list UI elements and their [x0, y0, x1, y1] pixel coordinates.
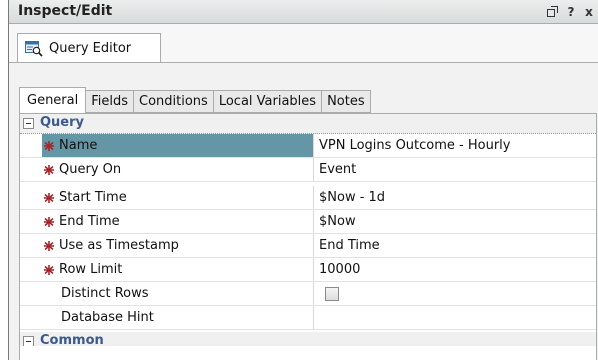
- tab-query-editor-label: Query Editor: [49, 41, 132, 56]
- required-icon: [42, 192, 56, 204]
- window-title: Inspect/Edit: [18, 3, 113, 19]
- tab-query-editor[interactable]: Query Editor: [17, 33, 161, 63]
- distinct-rows-checkbox[interactable]: [325, 286, 339, 301]
- required-icon: [42, 164, 56, 176]
- tab-general[interactable]: General: [19, 87, 87, 114]
- property-value-row-limit[interactable]: 10000: [315, 258, 595, 281]
- subtab-bar: General Fields Conditions Local Variable…: [19, 87, 371, 114]
- required-icon: [42, 264, 56, 276]
- restore-window-icon[interactable]: [547, 6, 559, 18]
- property-row-use-as-timestamp[interactable]: Use as Timestamp End Time: [20, 234, 596, 258]
- property-value-use-as-timestamp[interactable]: End Time: [315, 234, 595, 257]
- property-value-query-on[interactable]: Event: [315, 158, 595, 181]
- property-label: Database Hint: [61, 310, 154, 325]
- property-name-cell[interactable]: Distinct Rows: [42, 282, 314, 305]
- property-label: Distinct Rows: [61, 286, 149, 301]
- property-value-name[interactable]: VPN Logins Outcome - Hourly: [315, 134, 595, 157]
- property-value-end-time[interactable]: $Now: [315, 210, 595, 233]
- property-name-cell[interactable]: End Time: [42, 210, 314, 233]
- property-name-cell[interactable]: Name: [42, 134, 314, 157]
- property-row-database-hint[interactable]: Database Hint: [20, 306, 596, 330]
- property-value-database-hint[interactable]: [315, 306, 595, 329]
- property-value-distinct-rows: [315, 282, 595, 305]
- property-row-end-time[interactable]: End Time $Now: [20, 210, 596, 234]
- property-label: Start Time: [59, 190, 127, 205]
- property-name-cell[interactable]: Query On: [42, 158, 314, 181]
- tab-fields[interactable]: Fields: [86, 90, 135, 113]
- query-editor-panel: General Fields Conditions Local Variable…: [9, 62, 598, 360]
- property-row-row-limit[interactable]: Row Limit 10000: [20, 258, 596, 282]
- tab-conditions[interactable]: Conditions: [134, 90, 214, 113]
- help-button[interactable]: ?: [565, 5, 577, 19]
- required-icon: [42, 216, 56, 228]
- window-controls: ? x: [547, 3, 595, 21]
- property-label: Row Limit: [59, 262, 123, 277]
- section-query-label: Query: [40, 115, 85, 130]
- property-grid: Query Name VPN Logins Outcome - Hourly Q…: [19, 113, 597, 360]
- property-row-query-on[interactable]: Query On Event: [20, 158, 596, 182]
- required-icon: [42, 140, 56, 152]
- property-label: Query On: [59, 162, 122, 177]
- property-value-start-time[interactable]: $Now - 1d: [315, 186, 595, 209]
- collapse-toggle-query[interactable]: [23, 118, 34, 129]
- property-label: Use as Timestamp: [59, 238, 179, 253]
- property-name-cell[interactable]: Database Hint: [42, 306, 314, 329]
- property-row-start-time[interactable]: Start Time $Now - 1d: [20, 186, 596, 210]
- property-row-name[interactable]: Name VPN Logins Outcome - Hourly: [20, 134, 596, 158]
- close-button[interactable]: x: [583, 5, 595, 19]
- section-query: Query: [20, 114, 596, 134]
- property-label: End Time: [59, 214, 120, 229]
- property-name-cell[interactable]: Use as Timestamp: [42, 234, 314, 257]
- property-row-distinct-rows[interactable]: Distinct Rows: [20, 282, 596, 306]
- grid-bottom-edge: [20, 346, 596, 360]
- required-icon: [42, 240, 56, 252]
- property-name-cell[interactable]: Row Limit: [42, 258, 314, 281]
- query-editor-icon: [25, 40, 43, 57]
- property-name-cell[interactable]: Start Time: [42, 186, 314, 209]
- tab-notes[interactable]: Notes: [322, 90, 371, 113]
- inspect-edit-window: Inspect/Edit ? x Query Editor General Fi…: [8, 0, 598, 360]
- tab-local-variables[interactable]: Local Variables: [213, 90, 323, 113]
- property-label: Name: [59, 138, 98, 153]
- title-bar: Inspect/Edit ? x: [9, 0, 598, 24]
